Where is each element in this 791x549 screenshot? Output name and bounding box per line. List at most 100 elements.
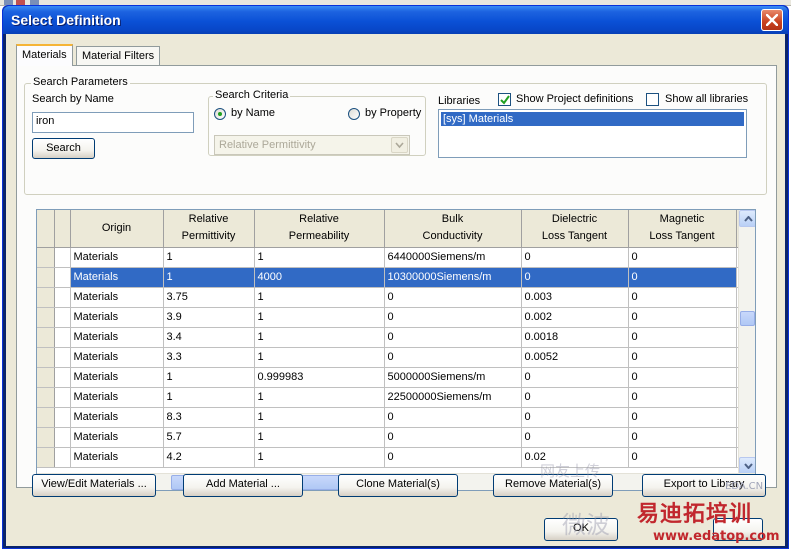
vertical-scroll-thumb[interactable]	[740, 311, 755, 326]
table-cell[interactable]: 8.3	[163, 407, 255, 428]
table-cell[interactable]: 0	[521, 367, 629, 388]
row-header[interactable]	[37, 267, 55, 288]
table-cell[interactable]: 1	[254, 447, 385, 468]
column-header-origin[interactable]: Origin	[70, 210, 164, 248]
table-row[interactable]: Materials 3.9 1 0 0.002 0	[37, 307, 745, 328]
by-name-radio[interactable]	[214, 108, 226, 120]
row-header[interactable]	[37, 327, 55, 348]
row-header[interactable]	[37, 247, 55, 268]
table-cell[interactable]: 1	[254, 287, 385, 308]
table-cell[interactable]: 1	[254, 327, 385, 348]
view-edit-materials-button[interactable]: View/Edit Materials ...	[32, 474, 156, 497]
library-item-sys-materials[interactable]: [sys] Materials	[441, 112, 744, 126]
tab-materials[interactable]: Materials	[16, 44, 73, 66]
table-cell[interactable]: 3.9	[163, 307, 255, 328]
add-material-button[interactable]: Add Material ...	[183, 474, 303, 497]
table-cell[interactable]: Materials	[70, 387, 164, 408]
table-cell[interactable]: 0	[384, 287, 522, 308]
table-cell[interactable]: 0	[628, 447, 737, 468]
row-header[interactable]	[37, 407, 55, 428]
table-cell[interactable]: 0	[628, 307, 737, 328]
row-header[interactable]	[37, 307, 55, 328]
row-header[interactable]	[37, 427, 55, 448]
table-cell[interactable]: 0.999983	[254, 367, 385, 388]
table-cell[interactable]: 0	[384, 307, 522, 328]
search-name-input[interactable]: iron	[32, 112, 194, 133]
table-row[interactable]: Materials 5.7 1 0 0 0	[37, 427, 745, 448]
row-header[interactable]	[37, 287, 55, 308]
table-cell[interactable]: 3.75	[163, 287, 255, 308]
table-cell[interactable]: 0	[384, 347, 522, 368]
table-cell[interactable]: 0	[521, 267, 629, 288]
table-cell[interactable]: 1	[163, 247, 255, 268]
materials-table[interactable]: Origin Relative Permittivity Relative Pe…	[36, 209, 756, 491]
table-cell[interactable]: 1	[254, 387, 385, 408]
table-row[interactable]: Materials 1 4000 10300000Siemens/m 0 0	[37, 267, 745, 288]
table-cell[interactable]: 0	[521, 247, 629, 268]
table-cell[interactable]: 0	[384, 407, 522, 428]
table-row[interactable]: Materials 3.75 1 0 0.003 0	[37, 287, 745, 308]
table-cell[interactable]: 0	[384, 427, 522, 448]
table-cell[interactable]: 0	[628, 367, 737, 388]
table-row[interactable]: Materials 1 1 22500000Siemens/m 0 0	[37, 387, 745, 408]
table-cell[interactable]: Materials	[70, 327, 164, 348]
table-cell[interactable]: 0.0052	[521, 347, 629, 368]
row-header[interactable]	[37, 367, 55, 388]
table-cell[interactable]: 4000	[254, 267, 385, 288]
show-project-definitions-checkbox[interactable]	[498, 93, 511, 106]
table-cell[interactable]: Materials	[70, 267, 164, 288]
table-cell[interactable]: Materials	[70, 287, 164, 308]
table-cell[interactable]: 0	[521, 387, 629, 408]
table-cell[interactable]: 0	[628, 347, 737, 368]
close-button[interactable]	[761, 9, 783, 31]
table-cell[interactable]: 0	[628, 407, 737, 428]
combo-dropdown-button[interactable]	[391, 137, 408, 153]
show-all-libraries-checkbox[interactable]	[646, 93, 659, 106]
table-cell[interactable]: Materials	[70, 247, 164, 268]
table-cell[interactable]: 5.7	[163, 427, 255, 448]
table-cell[interactable]: 0	[628, 247, 737, 268]
table-row[interactable]: Materials 1 1 6440000Siemens/m 0 0	[37, 247, 745, 268]
row-header[interactable]	[37, 447, 55, 468]
scroll-down-button[interactable]	[739, 457, 755, 474]
table-cell[interactable]: 0	[521, 427, 629, 448]
table-cell[interactable]: 3.4	[163, 327, 255, 348]
table-cell[interactable]: 10300000Siemens/m	[384, 267, 522, 288]
table-cell[interactable]: 3.3	[163, 347, 255, 368]
column-header-dielectric-loss-tangent[interactable]: Dielectric Loss Tangent	[521, 210, 629, 248]
libraries-listbox[interactable]: [sys] Materials	[438, 109, 747, 158]
table-cell[interactable]: 0	[628, 267, 737, 288]
table-cell[interactable]: 1	[254, 427, 385, 448]
table-cell[interactable]: 0.002	[521, 307, 629, 328]
table-cell[interactable]: 1	[163, 267, 255, 288]
table-cell[interactable]: 0	[628, 387, 737, 408]
table-cell[interactable]: Materials	[70, 427, 164, 448]
table-row[interactable]: Materials 8.3 1 0 0 0	[37, 407, 745, 428]
search-button[interactable]: Search	[32, 138, 95, 159]
column-header-magnetic-loss-tangent[interactable]: Magnetic Loss Tangent	[628, 210, 737, 248]
table-cell[interactable]: 1	[163, 387, 255, 408]
table-cell[interactable]: 0	[384, 327, 522, 348]
table-cell[interactable]: Materials	[70, 407, 164, 428]
column-header-bulk-conductivity[interactable]: Bulk Conductivity	[384, 210, 522, 248]
table-cell[interactable]: 1	[254, 347, 385, 368]
table-cell[interactable]: Materials	[70, 307, 164, 328]
table-row[interactable]: Materials 4.2 1 0 0.02 0	[37, 447, 745, 468]
vertical-scrollbar[interactable]	[738, 210, 755, 474]
scroll-up-button[interactable]	[739, 210, 755, 227]
table-row[interactable]: Materials 3.3 1 0 0.0052 0	[37, 347, 745, 368]
row-header[interactable]	[37, 387, 55, 408]
table-cell[interactable]: 0	[521, 407, 629, 428]
property-combo[interactable]: Relative Permittivity	[214, 135, 410, 155]
table-cell[interactable]: 0.003	[521, 287, 629, 308]
table-cell[interactable]: 1	[254, 307, 385, 328]
table-cell[interactable]: Materials	[70, 447, 164, 468]
table-cell[interactable]: 1	[163, 367, 255, 388]
table-cell[interactable]: Materials	[70, 347, 164, 368]
row-header[interactable]	[37, 347, 55, 368]
table-row[interactable]: Materials 3.4 1 0 0.0018 0	[37, 327, 745, 348]
table-cell[interactable]: 0	[628, 427, 737, 448]
table-row[interactable]: Materials 1 0.999983 5000000Siemens/m 0 0	[37, 367, 745, 388]
by-property-radio[interactable]	[348, 108, 360, 120]
column-header-relative-permeability[interactable]: Relative Permeability	[254, 210, 385, 248]
